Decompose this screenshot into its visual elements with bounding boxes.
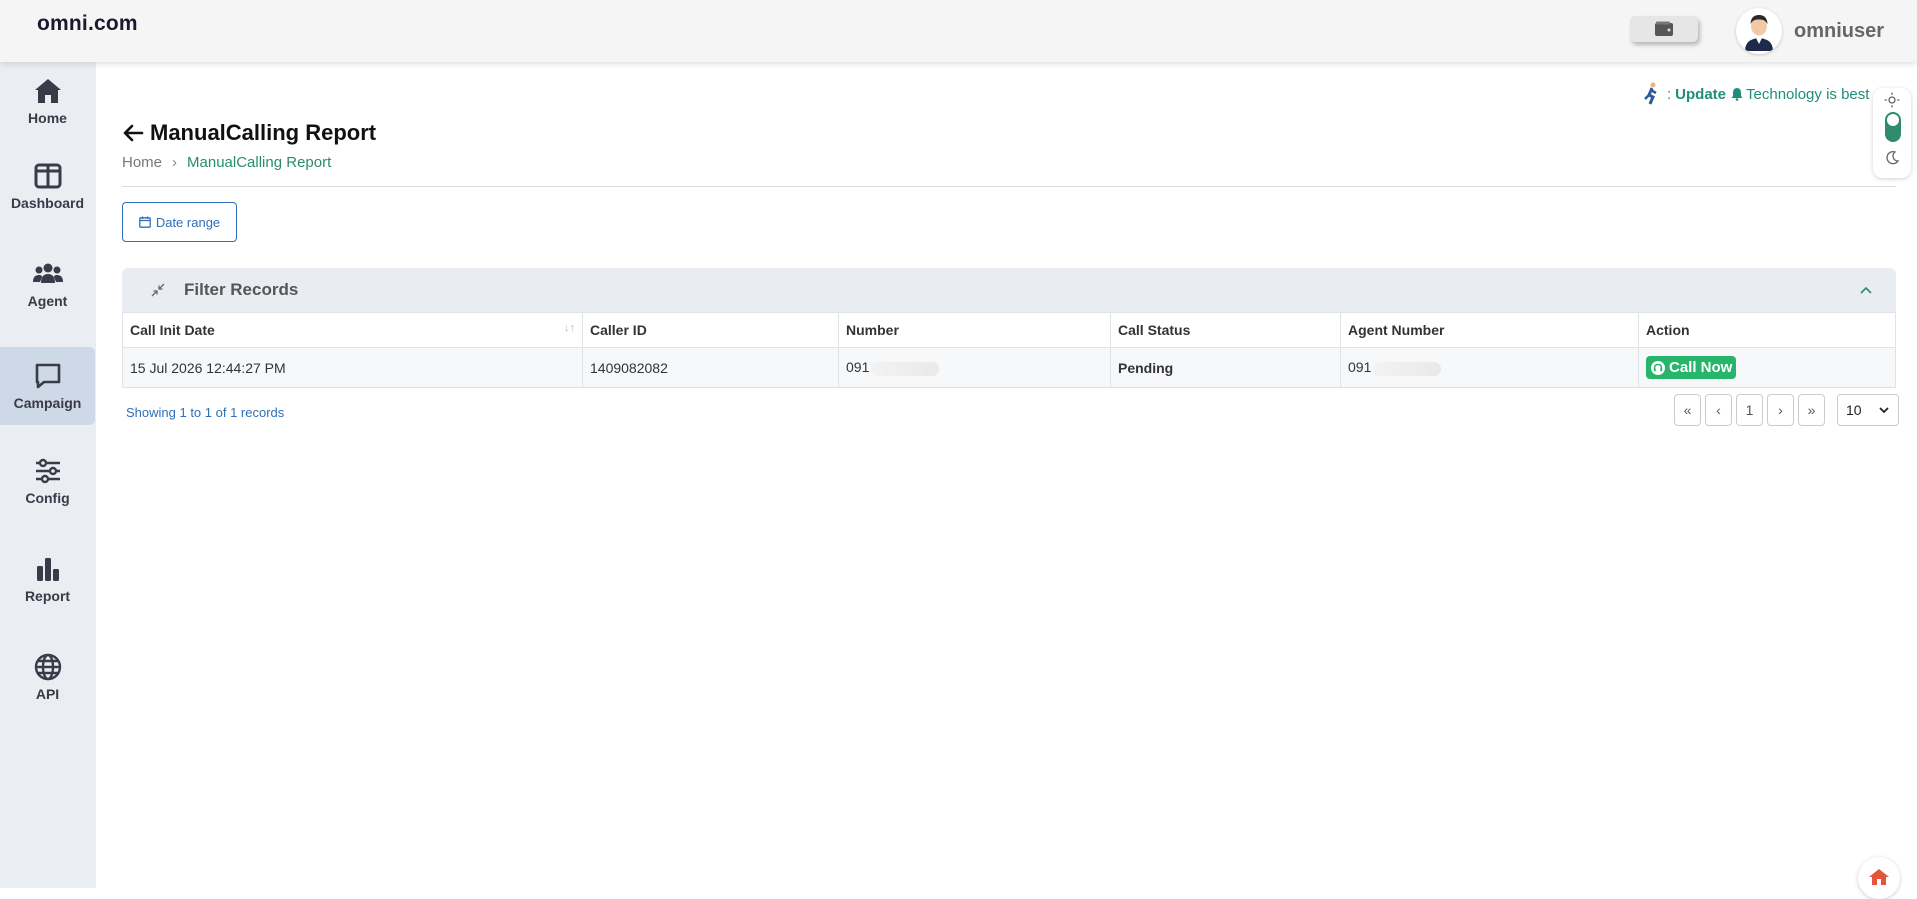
page-size-value: 10 xyxy=(1846,402,1862,418)
bell-icon xyxy=(1731,88,1743,101)
users-icon xyxy=(32,263,63,283)
cell-call-init-date: 15 Jul 2026 12:44:27 PM xyxy=(122,347,583,388)
page-size-select[interactable]: 10 xyxy=(1837,394,1899,426)
sidebar-item-agent[interactable]: Agent xyxy=(0,245,95,323)
table-row: 15 Jul 2026 12:44:27 PM 1409082082 091 P… xyxy=(122,347,1896,388)
house-icon xyxy=(1869,869,1889,885)
agent-number-prefix: 091 xyxy=(1348,359,1372,376)
page-1-button[interactable]: 1 xyxy=(1736,394,1763,426)
column-header-caller-id: Caller ID xyxy=(582,312,839,348)
cell-agent-number: 091 xyxy=(1340,347,1639,388)
prev-page-button[interactable]: ‹ xyxy=(1705,394,1732,426)
cell-action: Call Now xyxy=(1638,347,1896,388)
sidebar-item-label: Agent xyxy=(27,293,68,309)
call-now-label: Call Now xyxy=(1669,359,1733,376)
sidebar-item-label: Campaign xyxy=(13,395,82,411)
globe-icon xyxy=(34,653,61,681)
cell-number: 091 xyxy=(838,347,1111,388)
wallet-button[interactable] xyxy=(1630,16,1698,42)
user-avatar-icon xyxy=(1745,15,1773,51)
report-table: Call Init Date ↓↑ Caller ID Number Call … xyxy=(122,312,1896,388)
sidebar-item-campaign[interactable]: Campaign xyxy=(0,347,95,425)
sidebar-item-label: Report xyxy=(24,588,71,604)
theme-toggle[interactable] xyxy=(1873,88,1911,178)
column-header-action: Action xyxy=(1638,312,1896,348)
news-ticker: : Update Technology is best xyxy=(1641,82,1871,106)
sidebar-item-config[interactable]: Config xyxy=(0,442,95,520)
breadcrumb-home[interactable]: Home xyxy=(122,154,162,171)
column-label: Agent Number xyxy=(1348,322,1445,338)
cell-call-status: Pending xyxy=(1110,347,1341,388)
filter-records-bar[interactable]: Filter Records xyxy=(122,268,1896,312)
top-bar: omni.com omniuser xyxy=(0,0,1917,62)
divider xyxy=(122,186,1896,187)
back-arrow-icon[interactable] xyxy=(122,122,144,144)
sidebar-item-dashboard[interactable]: Dashboard xyxy=(0,147,95,225)
chevron-up-icon[interactable] xyxy=(1858,282,1874,298)
column-label: Call Status xyxy=(1118,322,1191,338)
home-icon xyxy=(34,79,61,103)
runner-icon xyxy=(1644,82,1657,105)
sun-icon xyxy=(1884,92,1900,108)
column-label: Caller ID xyxy=(590,322,647,338)
first-page-button[interactable]: « xyxy=(1674,394,1701,426)
ticker-update: Update xyxy=(1675,85,1727,103)
collapse-arrows-icon xyxy=(151,283,165,297)
sort-icon[interactable]: ↓↑ xyxy=(564,322,575,334)
ticker-text: Technology is best xyxy=(1746,85,1870,103)
sidebar-item-label: Config xyxy=(25,490,70,506)
last-page-button[interactable]: » xyxy=(1798,394,1825,426)
filter-title: Filter Records xyxy=(184,280,299,299)
sidebar-item-api[interactable]: API xyxy=(0,638,95,716)
sidebar-item-label: API xyxy=(35,686,60,702)
bar-chart-icon xyxy=(36,558,59,581)
records-summary: Showing 1 to 1 of 1 records xyxy=(126,405,285,420)
sidebar: Home Dashboard Agent Campaign Config Rep… xyxy=(0,62,96,888)
calendar-icon xyxy=(138,216,151,228)
sliders-icon xyxy=(35,458,60,484)
main-content: : Update Technology is best ManualCallin… xyxy=(96,62,1917,899)
column-header-call-status: Call Status xyxy=(1110,312,1341,348)
date-range-label: Date range xyxy=(155,214,221,230)
table-header-row: Call Init Date ↓↑ Caller ID Number Call … xyxy=(122,312,1896,348)
sidebar-item-report[interactable]: Report xyxy=(0,540,95,618)
breadcrumb: Home › ManualCalling Report xyxy=(122,154,331,171)
masked-number xyxy=(871,361,940,376)
number-prefix: 091 xyxy=(846,359,870,376)
column-header-agent-number: Agent Number xyxy=(1340,312,1639,348)
masked-agent-number xyxy=(1373,361,1442,376)
column-header-number: Number xyxy=(838,312,1111,348)
column-label: Action xyxy=(1646,322,1690,338)
help-widget[interactable] xyxy=(1858,857,1900,899)
page-title: ManualCalling Report xyxy=(122,120,376,146)
date-range-button[interactable]: Date range xyxy=(122,202,237,242)
breadcrumb-current: ManualCalling Report xyxy=(187,154,332,171)
next-page-button[interactable]: › xyxy=(1767,394,1794,426)
moon-icon xyxy=(1886,151,1900,165)
column-label: Number xyxy=(846,322,899,338)
breadcrumb-separator: › xyxy=(172,154,178,171)
username: omniuser xyxy=(1794,19,1885,42)
pagination: « ‹ 1 › » xyxy=(1674,394,1829,426)
page-title-text: ManualCalling Report xyxy=(150,120,377,145)
column-label: Call Init Date xyxy=(130,322,215,338)
chevron-down-icon xyxy=(1879,407,1889,414)
user-menu[interactable]: omniuser xyxy=(1736,8,1884,54)
sidebar-item-label: Home xyxy=(28,110,67,126)
brand-logo[interactable]: omni.com xyxy=(37,12,138,36)
call-now-button[interactable]: Call Now xyxy=(1646,356,1737,379)
sidebar-item-label: Dashboard xyxy=(10,195,85,211)
column-header-call-init-date[interactable]: Call Init Date ↓↑ xyxy=(122,312,583,348)
avatar[interactable] xyxy=(1736,8,1782,54)
dashboard-icon xyxy=(34,163,61,189)
theme-toggle-knob[interactable] xyxy=(1887,114,1899,126)
headset-icon xyxy=(1651,360,1665,375)
wallet-icon xyxy=(1655,21,1673,36)
sidebar-item-home[interactable]: Home xyxy=(0,62,95,140)
cell-caller-id: 1409082082 xyxy=(582,347,839,388)
ticker-prefix: : xyxy=(1667,85,1672,103)
chat-icon xyxy=(35,363,60,389)
